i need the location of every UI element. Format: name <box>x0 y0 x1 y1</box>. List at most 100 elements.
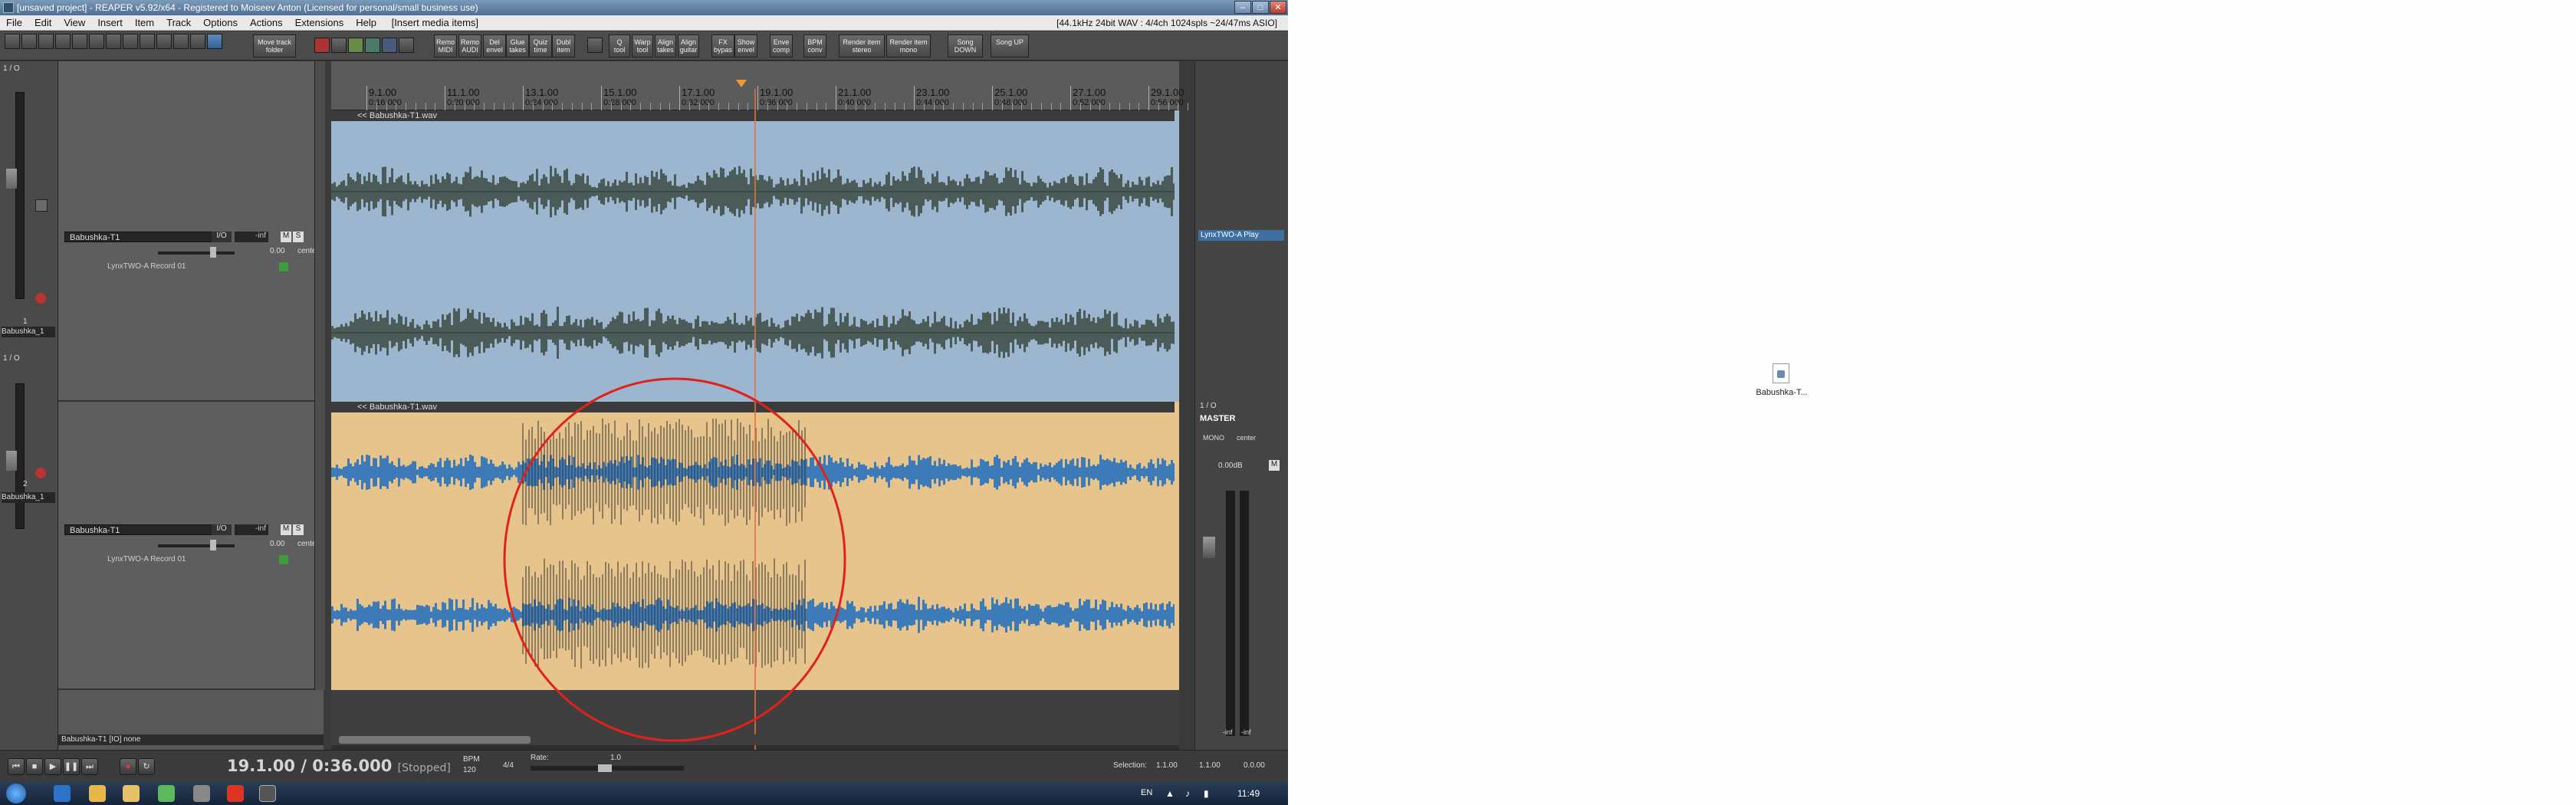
stop-button[interactable]: ■ <box>26 758 43 775</box>
track1-name[interactable]: Babushka-T1 <box>64 232 218 242</box>
track2-io-button[interactable]: I/O <box>212 524 232 535</box>
glue-takes-button[interactable]: Glue takes <box>506 34 529 58</box>
track2-name[interactable]: Babushka-T1 <box>64 524 218 535</box>
midi-icon[interactable] <box>348 38 363 53</box>
menu-view[interactable]: View <box>58 15 91 31</box>
master-io[interactable]: 1 / O <box>1200 402 1217 410</box>
go-to-end-button[interactable]: ⏭ <box>81 758 98 775</box>
song-down-button[interactable]: Song DOWN <box>948 34 983 58</box>
app-icon[interactable] <box>193 785 210 802</box>
record-button[interactable]: ● <box>120 758 136 775</box>
rate-slider-knob[interactable] <box>598 764 612 772</box>
strip2-io[interactable]: 1 / O <box>3 354 20 370</box>
redo-icon[interactable] <box>21 34 37 49</box>
lock-icon[interactable] <box>89 34 104 49</box>
reaper-taskbar-icon[interactable] <box>259 785 276 802</box>
track1-panel[interactable]: Babushka-T1 I/O -inf M S 0.00 center Lyn… <box>58 61 324 402</box>
menu-edit[interactable]: Edit <box>28 15 58 31</box>
render-icon[interactable] <box>156 34 172 49</box>
song-up-button[interactable]: Song UP <box>991 34 1029 58</box>
move-track-folder-button[interactable]: Move track folder <box>253 34 296 58</box>
track2-monitor-icon[interactable] <box>279 555 288 564</box>
snap-icon[interactable] <box>55 34 71 49</box>
minimize-button[interactable]: – <box>1234 1 1251 14</box>
strip1-mute-button[interactable] <box>35 199 48 212</box>
remove-midi-button[interactable]: Remo MIDI <box>434 34 457 58</box>
metronome-icon[interactable] <box>140 34 155 49</box>
selection-end[interactable]: 1.1.00 <box>1199 761 1221 770</box>
track1-input[interactable]: LynxTWO-A Record 01 <box>107 262 276 271</box>
track2-input[interactable]: LynxTWO-A Record 01 <box>107 555 276 564</box>
fx-icon[interactable] <box>382 38 397 53</box>
grid-icon[interactable] <box>38 34 54 49</box>
repeat-button[interactable]: ↻ <box>138 758 155 775</box>
align-takes-button[interactable]: Align takes <box>655 34 676 58</box>
master-mute-button[interactable]: M <box>1269 460 1280 471</box>
track1-volume-knob[interactable] <box>210 247 216 258</box>
delete-envelope-button[interactable]: Del envel <box>483 34 506 58</box>
menu-item[interactable]: Item <box>129 15 160 31</box>
volume-icon[interactable]: ♪ <box>1185 788 1190 799</box>
messenger-icon[interactable] <box>158 785 175 802</box>
align-guitar-button[interactable]: Align guitar <box>678 34 699 58</box>
strip2-record-arm[interactable] <box>35 468 46 478</box>
track1-io-button[interactable]: I/O <box>212 232 232 242</box>
language-indicator[interactable]: EN <box>1141 788 1152 797</box>
audio-file-icon[interactable] <box>1773 363 1789 383</box>
track1-mute-button[interactable]: M <box>281 232 291 242</box>
routing-icon[interactable] <box>207 34 222 49</box>
mixer-icon[interactable] <box>190 34 205 49</box>
dub-item-button[interactable]: Dubl item <box>552 34 575 58</box>
envelope-icon[interactable] <box>106 34 121 49</box>
start-button[interactable] <box>6 784 26 803</box>
play-button[interactable]: ▶ <box>44 758 61 775</box>
stretch-icon[interactable] <box>587 38 603 53</box>
track1-volume-slider[interactable] <box>158 251 235 255</box>
menu-track[interactable]: Track <box>160 15 197 31</box>
grid-view-icon[interactable] <box>331 38 347 53</box>
bpm-conv-button[interactable]: BPM conv <box>803 34 826 58</box>
selection-start[interactable]: 1.1.00 <box>1156 761 1178 770</box>
go-to-start-button[interactable]: ⏮ <box>8 758 25 775</box>
tcp-scrollbar[interactable] <box>314 61 325 690</box>
playhead-marker[interactable] <box>736 80 747 87</box>
track2-panel[interactable]: Babushka-T1 I/O -inf M S 0.00 center Lyn… <box>58 402 324 690</box>
opera-icon[interactable] <box>227 785 244 802</box>
maximize-button[interactable]: □ <box>1252 1 1269 14</box>
remove-audio-button[interactable]: Remo AUDI <box>458 34 481 58</box>
render-item-mono-button[interactable]: Render item mono <box>886 34 931 58</box>
ripple-icon[interactable] <box>72 34 87 49</box>
q-tool-button[interactable]: Q tool <box>609 34 630 58</box>
desktop-file-label[interactable]: Babushka-T... <box>1751 388 1812 397</box>
record-arm-icon[interactable] <box>314 38 330 53</box>
menu-help[interactable]: Help <box>350 15 383 31</box>
item-icon[interactable] <box>365 38 380 53</box>
selection-length[interactable]: 0.0.00 <box>1244 761 1265 770</box>
menu-options[interactable]: Options <box>197 15 244 31</box>
fx-bypass-button[interactable]: FX bypas <box>711 34 734 58</box>
clock[interactable]: 11:49 <box>1237 788 1260 799</box>
menu-file[interactable]: File <box>0 15 28 31</box>
ie-icon[interactable] <box>54 785 71 802</box>
tray-arrow-icon[interactable]: ▲ <box>1165 788 1175 799</box>
pause-button[interactable]: ❚❚ <box>63 758 80 775</box>
master-pan[interactable]: center <box>1237 434 1256 442</box>
master-mono-button[interactable]: MONO <box>1203 434 1224 442</box>
track1-monitor-icon[interactable] <box>279 262 288 271</box>
strip1-fader[interactable] <box>6 169 17 189</box>
folder-icon[interactable] <box>89 785 106 802</box>
strip2-fader[interactable] <box>6 451 17 471</box>
render-item-stereo-button[interactable]: Render item stereo <box>839 34 885 58</box>
envelope-comp-button[interactable]: Enve comp <box>770 34 793 58</box>
network-icon[interactable]: ▮ <box>1204 788 1209 799</box>
explorer-icon[interactable] <box>123 785 140 802</box>
menu-extensions[interactable]: Extensions <box>289 15 350 31</box>
strip1-io[interactable]: 1 / O <box>3 64 20 80</box>
menu-actions[interactable]: Actions <box>244 15 289 31</box>
settings-icon[interactable] <box>173 34 189 49</box>
show-envelope-button[interactable]: Show envel <box>734 34 757 58</box>
time-signature[interactable]: 4/4 <box>503 761 514 770</box>
track1-solo-button[interactable]: S <box>293 232 304 242</box>
track2-volume-slider[interactable] <box>158 544 235 547</box>
marker-icon[interactable] <box>399 38 414 53</box>
